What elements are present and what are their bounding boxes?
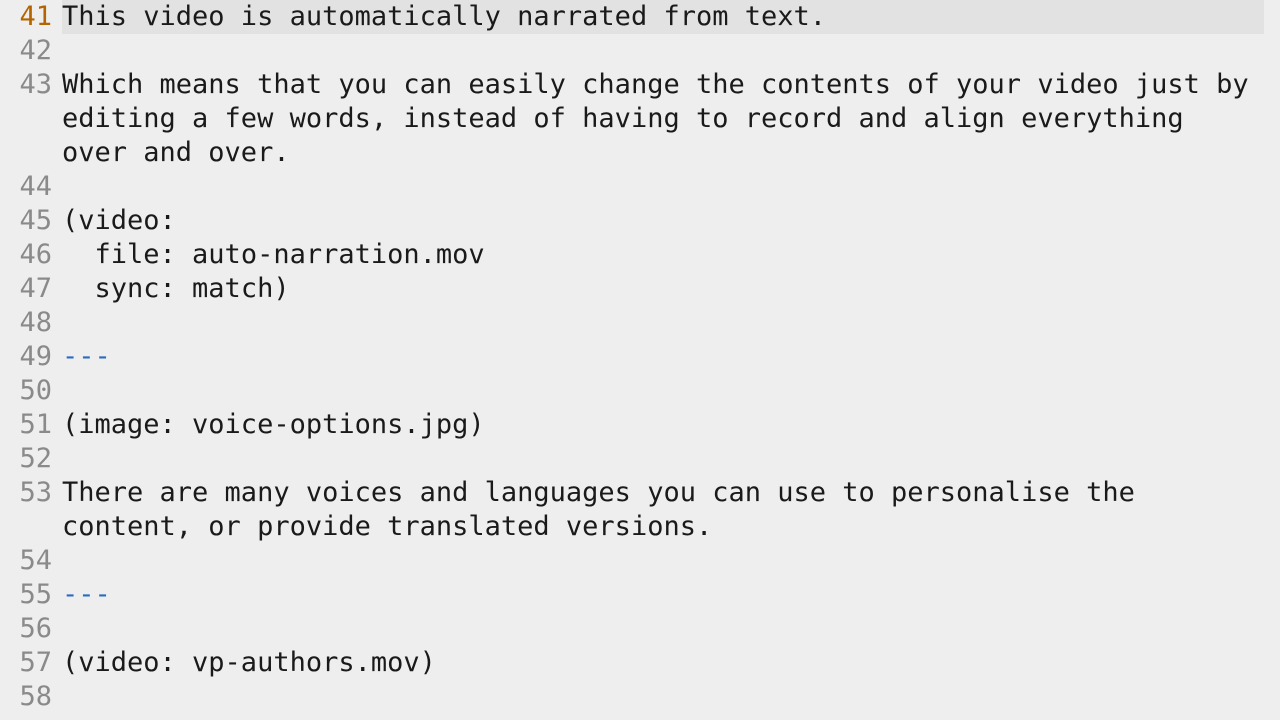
editor-line[interactable]: 48: [0, 306, 1280, 340]
editor-line[interactable]: 42: [0, 34, 1280, 68]
line-number: 53: [0, 476, 62, 510]
line-number: 50: [0, 374, 62, 408]
line-number: 43: [0, 68, 62, 102]
code-editor[interactable]: 41This video is automatically narrated f…: [0, 0, 1280, 714]
editor-line[interactable]: 43Which means that you can easily change…: [0, 68, 1280, 170]
editor-line[interactable]: 56: [0, 612, 1280, 646]
line-number: 42: [0, 34, 62, 68]
line-text: This video is automatically narrated fro…: [62, 1, 826, 32]
editor-line[interactable]: 53There are many voices and languages yo…: [0, 476, 1280, 544]
line-number: 46: [0, 238, 62, 272]
editor-line[interactable]: 57(video: vp-authors.mov): [0, 646, 1280, 680]
line-content[interactable]: sync: match): [62, 272, 1280, 306]
editor-line[interactable]: 51(image: voice-options.jpg): [0, 408, 1280, 442]
line-text: There are many voices and languages you …: [62, 477, 1151, 542]
line-text: Which means that you can easily change t…: [62, 69, 1265, 168]
line-content[interactable]: Which means that you can easily change t…: [62, 68, 1280, 170]
line-content[interactable]: There are many voices and languages you …: [62, 476, 1280, 544]
line-number: 58: [0, 680, 62, 714]
editor-line[interactable]: 52: [0, 442, 1280, 476]
line-number: 55: [0, 578, 62, 612]
line-number: 51: [0, 408, 62, 442]
editor-line[interactable]: 45(video:: [0, 204, 1280, 238]
line-content[interactable]: (image: voice-options.jpg): [62, 408, 1280, 442]
editor-line[interactable]: 44: [0, 170, 1280, 204]
editor-line[interactable]: 49---: [0, 340, 1280, 374]
line-text: sync: match): [62, 273, 290, 304]
line-text: (video: vp-authors.mov): [62, 647, 436, 678]
line-content[interactable]: file: auto-narration.mov: [62, 238, 1280, 272]
line-content[interactable]: ---: [62, 578, 1280, 612]
line-content[interactable]: This video is automatically narrated fro…: [62, 0, 1280, 34]
line-number: 48: [0, 306, 62, 340]
line-content[interactable]: (video: vp-authors.mov): [62, 646, 1280, 680]
line-number: 49: [0, 340, 62, 374]
line-number: 54: [0, 544, 62, 578]
line-content[interactable]: (video:: [62, 204, 1280, 238]
line-number: 41: [0, 0, 62, 34]
line-number: 44: [0, 170, 62, 204]
line-number: 57: [0, 646, 62, 680]
editor-line[interactable]: 54: [0, 544, 1280, 578]
horizontal-rule-token: ---: [62, 341, 111, 372]
line-text: (image: voice-options.jpg): [62, 409, 485, 440]
editor-line[interactable]: 47 sync: match): [0, 272, 1280, 306]
line-number: 56: [0, 612, 62, 646]
horizontal-rule-token: ---: [62, 579, 111, 610]
line-text: (video:: [62, 205, 176, 236]
editor-line[interactable]: 55---: [0, 578, 1280, 612]
line-number: 52: [0, 442, 62, 476]
editor-line[interactable]: 41This video is automatically narrated f…: [0, 0, 1280, 34]
line-text: file: auto-narration.mov: [62, 239, 485, 270]
editor-line[interactable]: 50: [0, 374, 1280, 408]
line-number: 45: [0, 204, 62, 238]
line-number: 47: [0, 272, 62, 306]
editor-line[interactable]: 46 file: auto-narration.mov: [0, 238, 1280, 272]
editor-line[interactable]: 58: [0, 680, 1280, 714]
line-content[interactable]: ---: [62, 340, 1280, 374]
